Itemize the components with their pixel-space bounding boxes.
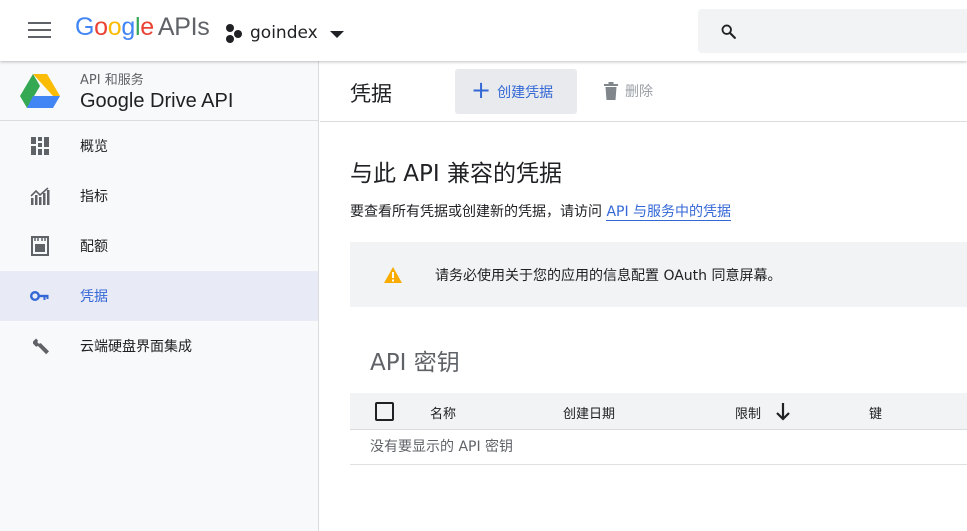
delete-label: 删除: [625, 84, 653, 100]
sidebar-item-quotas[interactable]: 配额: [0, 221, 318, 271]
quota-icon: [31, 236, 49, 256]
main-content: 凭据 + 创建凭据 删除 与此 API 兼容的凭据 要查看所有凭据或创建新的凭据…: [320, 61, 967, 531]
page-title: 凭据: [350, 82, 392, 106]
select-all-checkbox[interactable]: [375, 402, 394, 421]
column-header-name[interactable]: 名称: [430, 403, 456, 422]
section-title: 与此 API 兼容的凭据: [350, 161, 563, 187]
key-icon: [30, 290, 49, 301]
project-selector[interactable]: goindex: [224, 19, 344, 47]
google-apis-logo[interactable]: Google APIs: [75, 13, 210, 42]
google-drive-logo-icon: [20, 74, 60, 108]
chevron-down-icon: [329, 30, 344, 38]
sidebar: API 和服务 Google Drive API 概览 指标 配额 凭据 云端硬…: [0, 61, 319, 531]
sidebar-subtitle: API 和服务: [80, 73, 144, 88]
create-credentials-label: 创建凭据: [497, 84, 554, 101]
sidebar-nav: 概览 指标 配额 凭据 云端硬盘界面集成: [0, 121, 318, 371]
delete-button[interactable]: 删除: [603, 79, 653, 103]
api-title: Google Drive API: [80, 90, 234, 112]
project-name: goindex: [250, 23, 318, 43]
api-keys-title: API 密钥: [370, 350, 460, 376]
search-icon: [721, 24, 736, 39]
metrics-chart-icon: [30, 187, 50, 205]
dashboard-icon: [31, 137, 49, 155]
column-header-restrictions[interactable]: 限制: [735, 403, 761, 422]
top-app-bar: Google APIs goindex: [0, 0, 967, 61]
api-services-credentials-link[interactable]: API 与服务中的凭据: [606, 204, 732, 221]
create-credentials-button[interactable]: + 创建凭据: [455, 69, 577, 114]
empty-table-row: 没有要显示的 API 密钥: [350, 430, 967, 465]
project-icon: [224, 23, 244, 43]
sidebar-item-overview[interactable]: 概览: [0, 121, 318, 171]
notice-text: 请务必使用关于您的应用的信息配置 OAuth 同意屏幕。: [435, 267, 782, 284]
sidebar-item-metrics[interactable]: 指标: [0, 171, 318, 221]
column-header-key[interactable]: 键: [869, 403, 882, 422]
oauth-consent-notice: 请务必使用关于您的应用的信息配置 OAuth 同意屏幕。: [350, 242, 967, 307]
plus-icon: +: [471, 76, 492, 104]
sidebar-header: API 和服务 Google Drive API: [0, 61, 318, 121]
wrench-icon: [33, 338, 49, 355]
section-description: 要查看所有凭据或创建新的凭据，请访问 API 与服务中的凭据: [350, 204, 732, 221]
sidebar-item-drive-ui-integration[interactable]: 云端硬盘界面集成: [0, 321, 318, 371]
search-box[interactable]: [698, 9, 967, 53]
main-menu-icon[interactable]: [28, 22, 51, 40]
sort-arrow-down-icon[interactable]: [775, 402, 791, 421]
column-header-created[interactable]: 创建日期: [563, 403, 615, 422]
api-keys-table-header: 名称 创建日期 限制 键: [350, 393, 967, 430]
page-toolbar: 凭据 + 创建凭据 删除: [320, 61, 967, 122]
sidebar-item-credentials[interactable]: 凭据: [0, 271, 318, 321]
trash-icon: [604, 82, 618, 100]
warning-icon: [384, 266, 402, 283]
